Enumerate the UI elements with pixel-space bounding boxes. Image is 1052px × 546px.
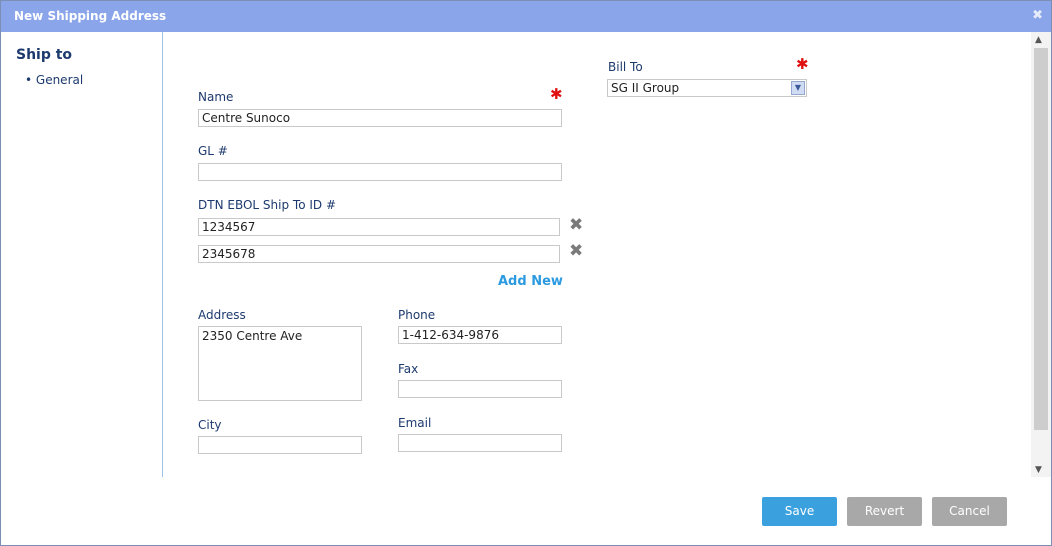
bill-to-select[interactable]: SG II Group ▼: [607, 79, 807, 97]
email-label: Email: [398, 416, 432, 430]
dtn-ebol-input-2[interactable]: 2345678: [198, 245, 560, 263]
scroll-up-icon[interactable]: ▲: [1035, 35, 1042, 45]
gl-input[interactable]: [198, 163, 562, 181]
dialog-titlebar: New Shipping Address ✖: [1, 1, 1051, 32]
name-input[interactable]: Centre Sunoco: [198, 109, 562, 127]
name-label: Name: [198, 90, 234, 104]
cancel-button[interactable]: Cancel: [932, 497, 1007, 526]
name-required-icon: ✱: [550, 85, 563, 103]
chevron-down-icon[interactable]: ▼: [791, 81, 805, 95]
city-label: City: [198, 418, 222, 432]
add-new-link[interactable]: Add New: [498, 274, 563, 289]
scrollbar-thumb[interactable]: [1034, 48, 1048, 430]
fax-label: Fax: [398, 362, 419, 376]
dtn-ebol-label: DTN EBOL Ship To ID #: [198, 198, 336, 212]
content-scrollbar[interactable]: ▲ ▼: [1031, 32, 1051, 477]
remove-icon[interactable]: ✖: [569, 243, 583, 260]
sidebar-item-general[interactable]: • General: [25, 73, 83, 87]
address-label: Address: [198, 308, 246, 322]
sidebar-heading: Ship to: [16, 47, 73, 63]
city-input[interactable]: [198, 436, 362, 454]
gl-label: GL #: [198, 144, 228, 158]
save-button[interactable]: Save: [762, 497, 837, 526]
bill-to-required-icon: ✱: [796, 55, 809, 73]
phone-input[interactable]: 1-412-634-9876: [398, 326, 562, 344]
scroll-down-icon[interactable]: ▼: [1035, 465, 1042, 475]
dtn-ebol-input-1[interactable]: 1234567: [198, 218, 560, 236]
dialog-title: New Shipping Address: [14, 9, 167, 23]
bill-to-selected-value: SG II Group: [611, 81, 680, 95]
bill-to-label: Bill To: [608, 60, 643, 74]
revert-button[interactable]: Revert: [847, 497, 922, 526]
email-input[interactable]: [398, 434, 562, 452]
phone-label: Phone: [398, 308, 436, 322]
close-icon[interactable]: ✖: [1032, 8, 1043, 23]
new-shipping-address-dialog: New Shipping Address ✖ Ship to • General…: [0, 0, 1052, 546]
remove-icon[interactable]: ✖: [569, 217, 583, 234]
sidebar: Ship to • General: [1, 32, 163, 477]
fax-input[interactable]: [398, 380, 562, 398]
address-textarea[interactable]: 2350 Centre Ave: [198, 326, 362, 401]
